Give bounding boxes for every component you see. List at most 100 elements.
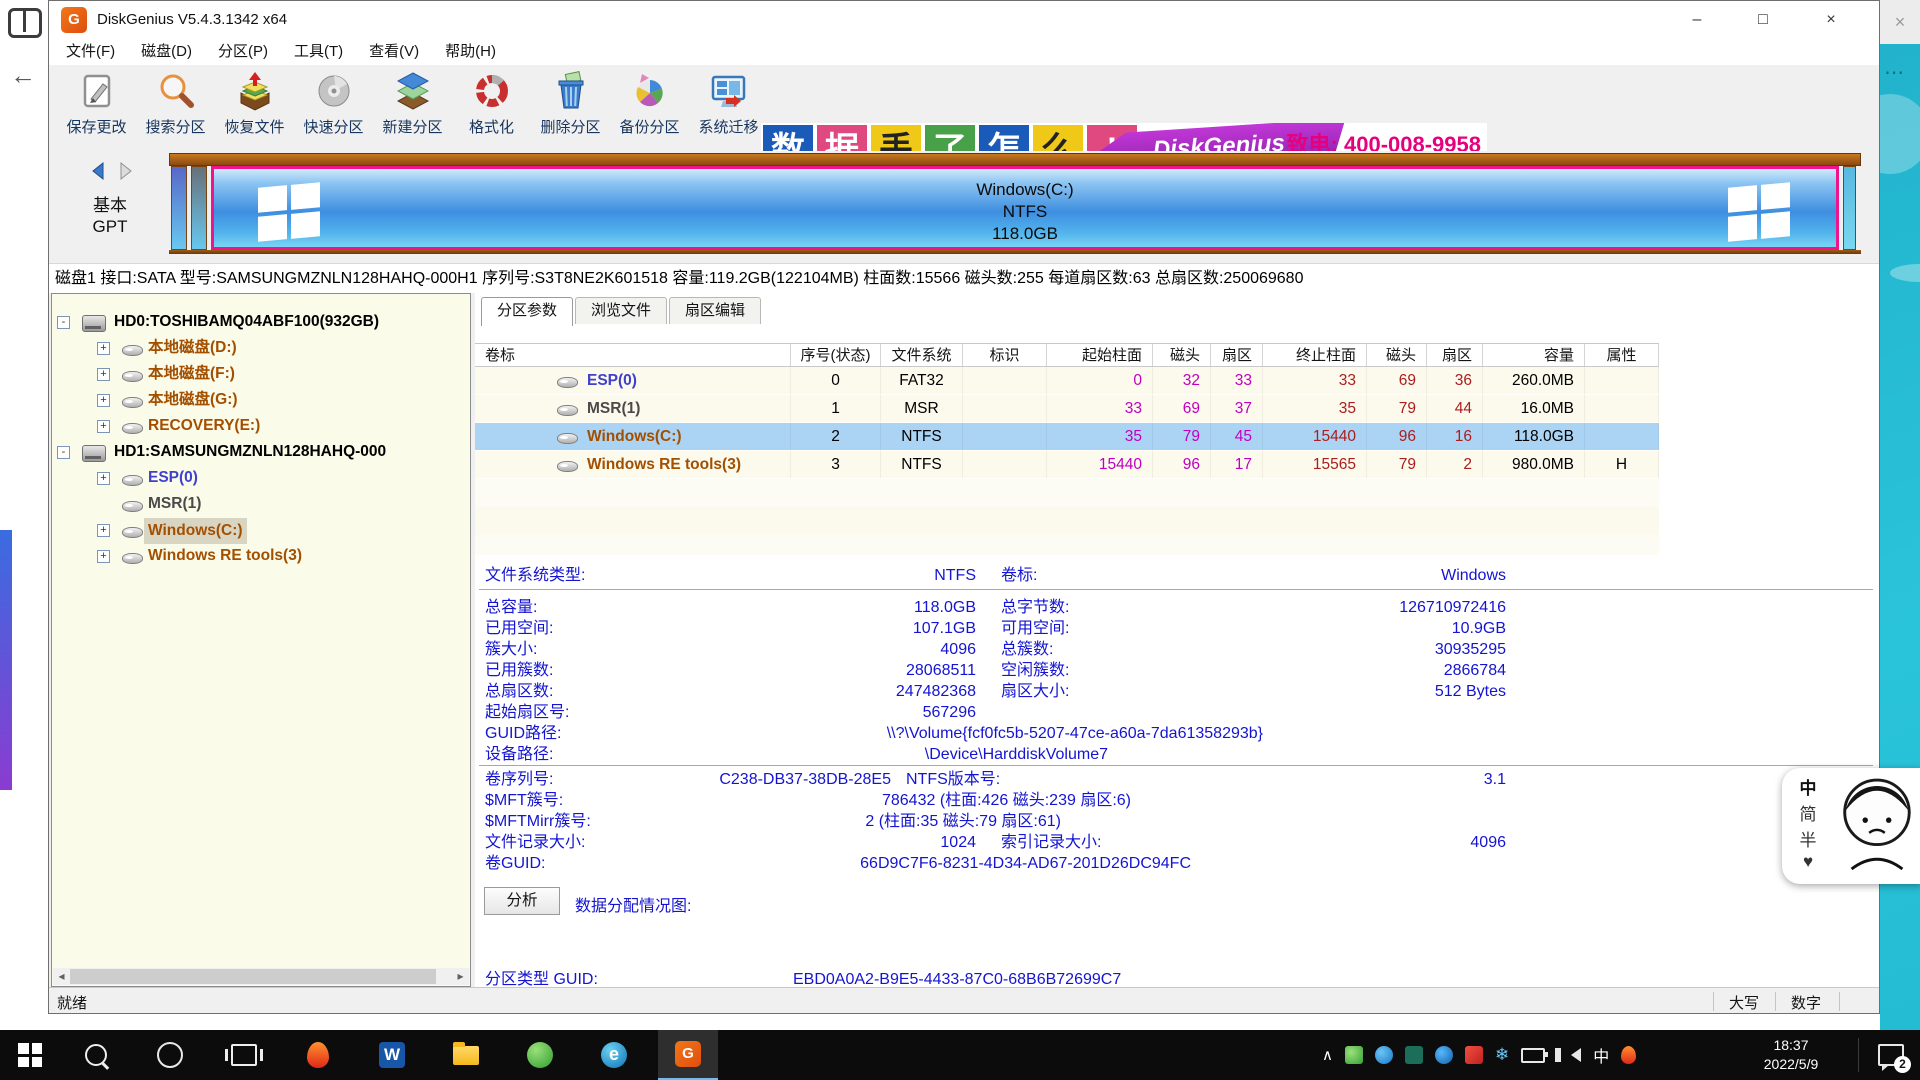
maximize-button[interactable]: □ [1733,1,1793,39]
tree-item-windows-c[interactable]: + Windows(C:) [52,518,470,544]
close-button[interactable]: × [1801,1,1861,39]
backup-partition-button[interactable]: 备份分区 [610,71,689,137]
battery-icon[interactable] [1521,1048,1545,1063]
tree-item-windows-re[interactable]: + Windows RE tools(3) [52,544,470,570]
format-button[interactable]: 格式化 [452,71,531,137]
expander-icon[interactable]: + [97,524,110,537]
next-disk-arrow[interactable] [115,168,137,185]
tree-item-hd1[interactable]: - HD1:SAMSUNGMZNLN128HAHQ-000 [52,440,470,466]
cortana-button[interactable] [140,1030,200,1080]
table-row-esp[interactable]: ESP(0) 0 FAT32 0 32 33 33 69 36 260.0MB [475,367,1659,395]
start-button[interactable] [0,1030,60,1080]
new-partition-button[interactable]: 新建分区 [373,71,452,137]
menu-help[interactable]: 帮助(H) [432,39,509,65]
search-button[interactable] [66,1030,126,1080]
partition-icon [122,527,143,538]
menu-partition[interactable]: 分区(P) [205,39,281,65]
save-changes-button[interactable]: 保存更改 [57,71,136,137]
tray-green-icon[interactable] [1345,1046,1363,1064]
system-migrate-button[interactable]: 系统迁移 [689,71,768,137]
minimize-button[interactable]: – [1667,1,1727,39]
expander-icon[interactable]: - [57,316,70,329]
widget-heart-button[interactable]: ♥ [1794,852,1822,876]
expander-icon[interactable]: - [57,446,70,459]
expander-icon[interactable]: + [97,550,110,563]
menu-tools[interactable]: 工具(T) [281,39,356,65]
taskbar-app-flame[interactable] [288,1030,348,1080]
windows-partition-bar[interactable]: Windows(C:) NTFS 118.0GB [211,166,1839,250]
scrollbar-thumb[interactable] [70,969,436,984]
tray-blue-icon[interactable] [1375,1046,1393,1064]
tab-sector-edit[interactable]: 扇区编辑 [669,297,761,324]
expander-icon[interactable]: + [97,368,110,381]
more-options-dots[interactable]: ⋯ [1884,60,1905,85]
scroll-left-arrow[interactable]: ◂ [53,968,70,985]
taskbar-app-explorer[interactable] [436,1030,496,1080]
taskbar-clock[interactable]: 18:37 2022/5/9 [1736,1036,1846,1074]
tray-sogou-icon[interactable] [1621,1046,1636,1064]
tray-teal-icon[interactable] [1405,1046,1423,1064]
quick-partition-button[interactable]: 快速分区 [294,71,373,137]
tree-item-msr[interactable]: MSR(1) [52,492,470,518]
speaker-icon[interactable] [1571,1048,1581,1062]
taskbar-app-diskgenius-active[interactable]: G [658,1030,718,1080]
detail-label: 总扇区数: [485,681,553,702]
tray-expand-chevron[interactable]: ∧ [1322,1046,1333,1064]
action-center-button[interactable]: 2 [1878,1044,1904,1066]
tray-qq-icon[interactable] [1435,1046,1453,1064]
analyze-button[interactable]: 分析 [484,887,560,915]
msr-partition-bar[interactable] [191,166,207,250]
taskbar-app-browser[interactable] [510,1030,570,1080]
tree-item-local-f[interactable]: + 本地磁盘(F:) [52,362,470,388]
table-row-windows-re[interactable]: Windows RE tools(3) 3 NTFS 15440 96 17 1… [475,451,1659,479]
detail-label: 可用空间: [1001,618,1069,639]
recover-files-button[interactable]: 恢复文件 [215,71,294,137]
wallpaper-curve [1890,264,1920,282]
delete-partition-button[interactable]: 删除分区 [531,71,610,137]
scroll-right-arrow[interactable]: ▸ [452,968,469,985]
tree-horizontal-scrollbar[interactable]: ◂ ▸ [53,968,469,985]
tree-item-esp[interactable]: + ESP(0) [52,466,470,492]
search-partition-button[interactable]: 搜索分区 [136,71,215,137]
tree-item-hd0[interactable]: - HD0:TOSHIBAMQ04ABF100(932GB) [52,310,470,336]
table-row-msr[interactable]: MSR(1) 1 MSR 33 69 37 35 79 44 16.0MB [475,395,1659,423]
monitor-icon [689,71,768,111]
widget-halfwidth-button[interactable]: 半 [1794,826,1822,850]
tree-item-local-d[interactable]: + 本地磁盘(D:) [52,336,470,362]
clock-date: 2022/5/9 [1736,1055,1846,1074]
widget-chinese-button[interactable]: 中 [1794,774,1822,798]
ime-indicator[interactable]: 中 [1593,1043,1609,1067]
back-arrow-icon[interactable]: ← [10,60,36,91]
status-divider [1713,992,1714,1011]
menu-file[interactable]: 文件(F) [53,39,128,65]
col-header: 容量 [1483,344,1585,366]
re-partition-bar[interactable] [1843,166,1856,250]
expander-icon[interactable]: + [97,394,110,407]
tab-partition-params[interactable]: 分区参数 [481,297,573,326]
task-view-button[interactable] [214,1030,274,1080]
tree-item-label: HD1:SAMSUNGMZNLN128HAHQ-000 [114,440,386,464]
expander-icon[interactable]: + [97,472,110,485]
menu-disk[interactable]: 磁盘(D) [128,39,205,65]
tree-item-label: 本地磁盘(G:) [148,388,238,412]
menu-view[interactable]: 查看(V) [356,39,432,65]
expander-icon[interactable]: + [97,342,110,355]
tree-item-recovery-e[interactable]: + RECOVERY(E:) [52,414,470,440]
prev-disk-arrow[interactable] [89,168,111,185]
taskbar-app-word[interactable]: W [362,1030,422,1080]
search-icon [85,1044,107,1066]
tree-item-label: ESP(0) [148,466,198,490]
harddisk-icon [82,445,106,462]
tray-red-icon[interactable] [1465,1046,1483,1064]
esp-partition-bar[interactable] [171,166,187,250]
tree-item-label: 本地磁盘(F:) [148,362,235,386]
tray-snowflake-icon[interactable]: ❄ [1495,1045,1509,1065]
table-row-windows-selected[interactable]: Windows(C:) 2 NTFS 35 79 45 15440 96 16 … [475,423,1659,451]
taskbar-app-edge[interactable]: e [584,1030,644,1080]
widget-simplified-button[interactable]: 简 [1794,800,1822,824]
background-window-close[interactable]: × [1880,0,1920,45]
notification-icon: 2 [1878,1044,1904,1066]
tree-item-local-g[interactable]: + 本地磁盘(G:) [52,388,470,414]
expander-icon[interactable]: + [97,420,110,433]
tab-browse-files[interactable]: 浏览文件 [575,297,667,324]
